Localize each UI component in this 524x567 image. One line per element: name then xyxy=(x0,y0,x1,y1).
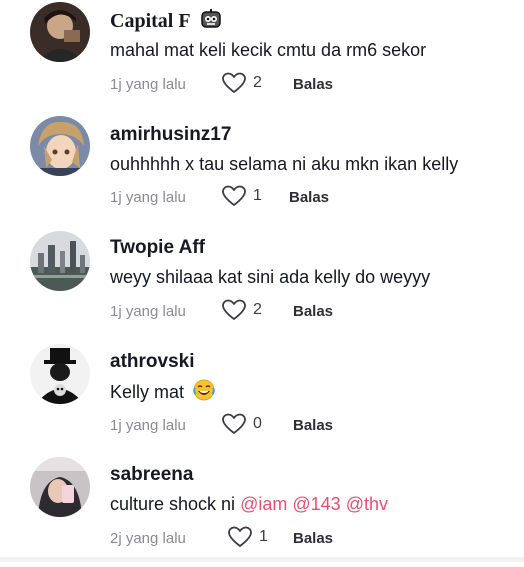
like-count: 0 xyxy=(253,415,262,432)
avatar[interactable] xyxy=(30,231,90,291)
user-photo-avatar-icon xyxy=(30,2,90,62)
comment-item: amirhusinz17 ouhhhhh x tau selama ni aku… xyxy=(0,114,524,227)
heart-icon xyxy=(222,299,246,320)
comment-username[interactable]: athrovski xyxy=(110,351,194,373)
laughing-emoji-icon xyxy=(193,379,215,401)
avatar[interactable] xyxy=(30,116,90,176)
like-count: 1 xyxy=(253,187,262,204)
like-button[interactable]: 0 xyxy=(222,413,262,435)
like-button[interactable]: 1 xyxy=(228,526,268,548)
mention-link[interactable]: @iam xyxy=(240,494,287,514)
mention-link[interactable]: @143 xyxy=(292,494,340,514)
comment-time: 1j yang lalu xyxy=(110,189,186,206)
like-button[interactable]: 2 xyxy=(222,72,262,94)
skull-hat-avatar-icon xyxy=(30,344,90,404)
anime-avatar-icon xyxy=(30,116,90,176)
comment-text: culture shock ni @iam @143 @thv xyxy=(110,494,388,514)
like-count: 2 xyxy=(253,301,262,318)
reply-button[interactable]: Balas xyxy=(293,303,333,320)
comment-item: sabreena culture shock ni @iam @143 @thv… xyxy=(0,454,524,567)
robot-emoji-icon xyxy=(201,9,221,28)
comment-text: mahal mat keli kecik cmtu da rm6 sekor xyxy=(110,40,427,60)
selfie-avatar-icon xyxy=(30,457,90,517)
comment-item: Capital F mahal mat keli kecik cmtu da r… xyxy=(0,0,524,113)
heart-icon xyxy=(228,526,252,547)
comment-text: Kelly mat xyxy=(110,379,215,403)
comment-text: weyy shilaaa kat sini ada kelly do weyyy xyxy=(110,267,431,287)
comment-username[interactable]: sabreena xyxy=(110,464,193,486)
bottom-divider xyxy=(0,557,524,562)
comment-time: 2j yang lalu xyxy=(110,530,186,547)
comment-time: 1j yang lalu xyxy=(110,303,186,320)
comment-time: 1j yang lalu xyxy=(110,417,186,434)
comment-item: athrovski Kelly mat 1j yang lalu 0 Balas xyxy=(0,341,524,454)
avatar[interactable] xyxy=(30,2,90,62)
mention-link[interactable]: @thv xyxy=(346,494,388,514)
reply-button[interactable]: Balas xyxy=(293,76,333,93)
comment-time: 1j yang lalu xyxy=(110,76,186,93)
like-count: 2 xyxy=(253,74,262,91)
heart-icon xyxy=(222,413,246,434)
heart-icon xyxy=(222,185,246,206)
like-button[interactable]: 1 xyxy=(222,185,262,207)
avatar[interactable] xyxy=(30,457,90,517)
comment-username[interactable]: Capital F xyxy=(110,8,222,33)
like-button[interactable]: 2 xyxy=(222,299,262,321)
like-count: 1 xyxy=(259,528,268,545)
reply-button[interactable]: Balas xyxy=(293,530,333,547)
comment-text: ouhhhhh x tau selama ni aku mkn ikan kel… xyxy=(110,154,459,174)
comment-username[interactable]: amirhusinz17 xyxy=(110,124,231,146)
avatar[interactable] xyxy=(30,344,90,404)
reply-button[interactable]: Balas xyxy=(289,189,329,206)
comment-username[interactable]: Twopie Aff xyxy=(110,237,205,259)
heart-icon xyxy=(222,72,246,93)
reply-button[interactable]: Balas xyxy=(293,417,333,434)
comment-item: Twopie Aff weyy shilaaa kat sini ada kel… xyxy=(0,227,524,340)
city-skyline-avatar-icon xyxy=(30,231,90,291)
